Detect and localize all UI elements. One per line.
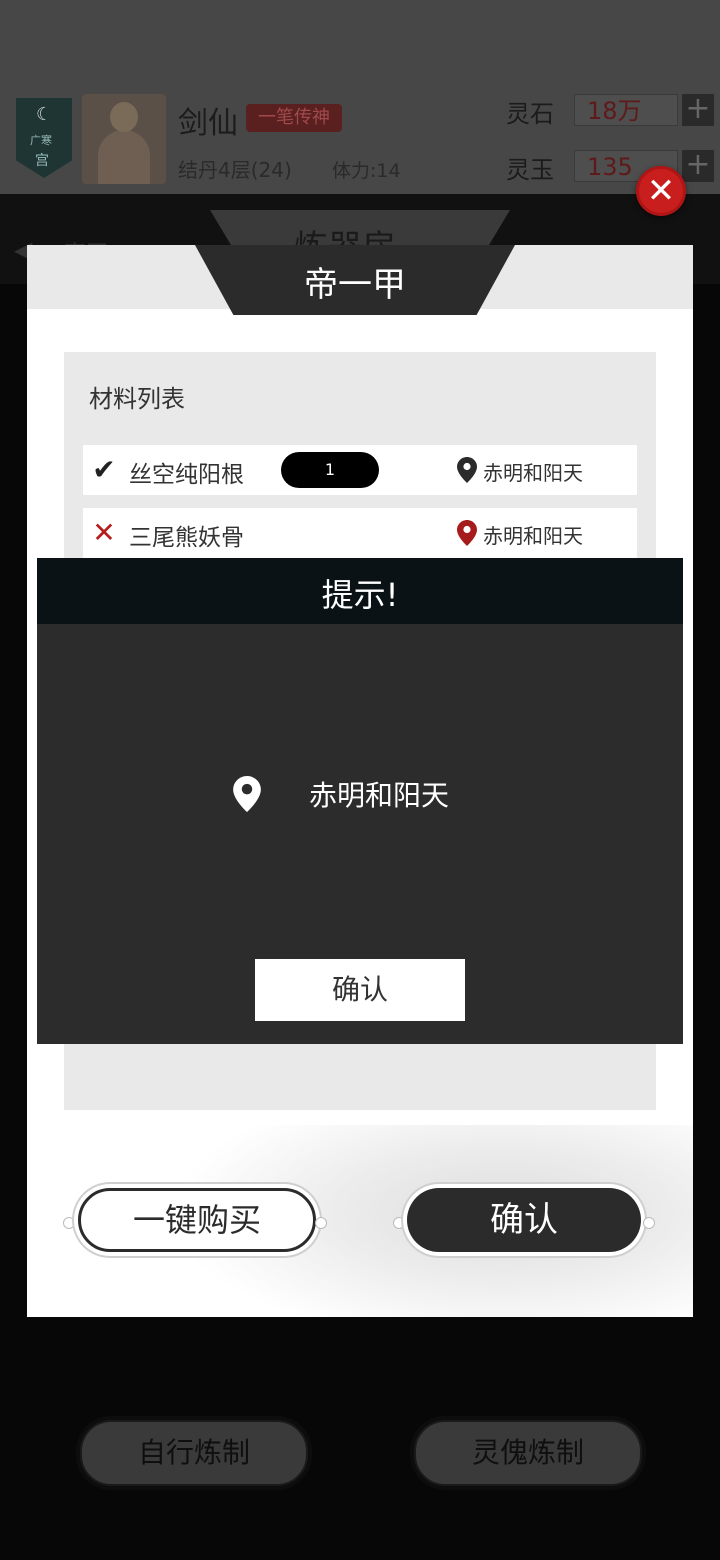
- material-location[interactable]: 赤明和阳天: [483, 457, 583, 486]
- material-row[interactable]: ✔ 丝空纯阳根 1 赤明和阳天: [83, 445, 637, 495]
- hint-dialog: 提示! 赤明和阳天 确认: [37, 558, 683, 1044]
- buy-all-button[interactable]: 一键购买: [78, 1188, 316, 1252]
- add-spirit-stone-button[interactable]: +: [682, 94, 714, 126]
- button-ornament: [63, 1217, 75, 1229]
- player-realm: 结丹4层(24): [178, 158, 292, 182]
- add-spirit-jade-button[interactable]: +: [682, 150, 714, 182]
- material-location[interactable]: 赤明和阳天: [483, 520, 583, 549]
- currency-value-spirit-stone: 18万: [574, 94, 678, 126]
- top-strip: [0, 0, 720, 90]
- location-pin-icon: [457, 457, 477, 483]
- confirm-button[interactable]: 确认: [407, 1188, 641, 1252]
- material-list-heading: 材料列表: [89, 385, 185, 413]
- panel-title: 帝一甲: [304, 265, 406, 305]
- hint-dialog-title: 提示!: [321, 576, 399, 614]
- puppet-refine-button[interactable]: 灵傀炼制: [414, 1420, 642, 1486]
- button-ornament: [315, 1217, 327, 1229]
- location-pin-icon: [457, 520, 477, 546]
- material-row[interactable]: ✕ 三尾熊妖骨 赤明和阳天: [83, 508, 637, 558]
- self-refine-button[interactable]: 自行炼制: [80, 1420, 308, 1486]
- location-pin-icon: [233, 776, 261, 812]
- material-name: 丝空纯阳根: [129, 462, 244, 488]
- material-quantity: 1: [281, 452, 379, 488]
- player-avatar[interactable]: [82, 94, 166, 184]
- player-title-badge: 一笔传神: [246, 104, 342, 132]
- sect-name: 广寒: [30, 134, 52, 147]
- close-icon[interactable]: ✕: [636, 166, 686, 216]
- player-name: 剑仙: [178, 106, 238, 141]
- moon-icon: ☾: [36, 104, 53, 125]
- currency-label-spirit-stone: 灵石: [506, 100, 554, 128]
- player-stamina: 体力:14: [332, 160, 401, 182]
- hint-confirm-button[interactable]: 确认: [255, 959, 465, 1021]
- material-name: 三尾熊妖骨: [129, 525, 244, 551]
- hint-location[interactable]: 赤明和阳天: [309, 774, 449, 814]
- check-icon: ✔: [92, 453, 116, 486]
- currency-label-spirit-jade: 灵玉: [506, 156, 554, 184]
- cross-icon: ✕: [92, 516, 116, 549]
- button-ornament: [393, 1217, 405, 1229]
- button-ornament: [643, 1217, 655, 1229]
- sect-suffix: 宫: [35, 153, 49, 169]
